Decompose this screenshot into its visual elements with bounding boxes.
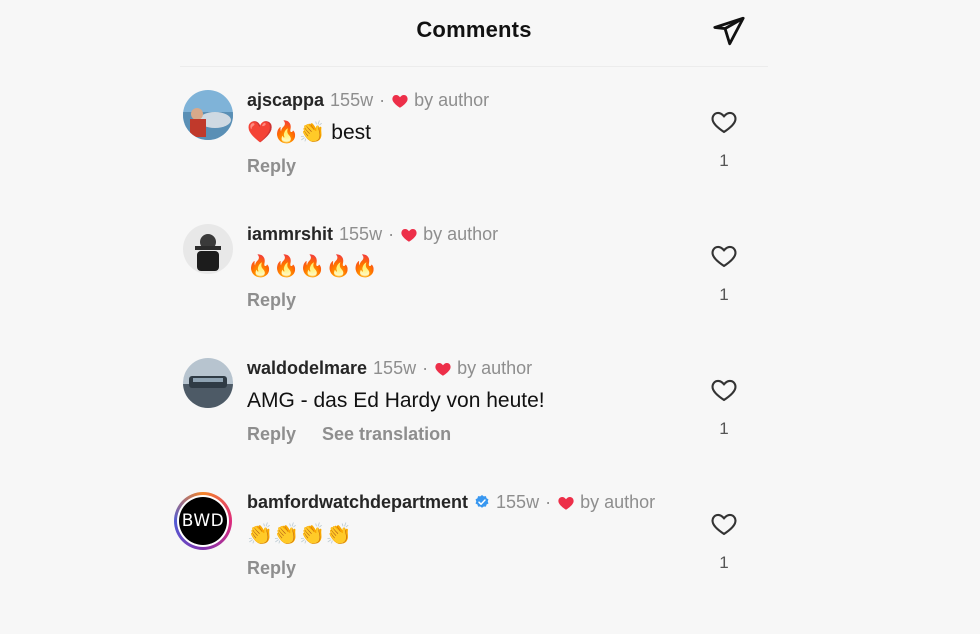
comment-text: 🔥🔥🔥🔥🔥 xyxy=(247,255,378,278)
avatar-image xyxy=(183,90,233,140)
meta-separator: · xyxy=(388,224,395,244)
author-liked-heart-icon xyxy=(558,497,574,510)
see-translation-button[interactable]: See translation xyxy=(322,420,451,448)
like-count: 1 xyxy=(719,553,729,572)
comment-meta: ajscappa 155w · by author xyxy=(247,88,688,112)
comment-like: 1 xyxy=(704,376,744,439)
comment-meta: bamfordwatchdepartment 155w · by author xyxy=(247,490,688,514)
share-button[interactable] xyxy=(712,14,746,48)
comment-text: 👏👏👏👏 xyxy=(247,523,352,546)
heart-outline-icon[interactable] xyxy=(710,376,738,404)
author-liked-heart-icon xyxy=(392,95,408,108)
like-count: 1 xyxy=(719,419,729,438)
comment-item: waldodelmare 155w · by author AMG - das … xyxy=(180,356,768,490)
comment-text: ❤️🔥👏 best xyxy=(247,121,371,144)
comments-page: Comments ajscappa 155w · by author ❤️🔥👏 … xyxy=(0,0,980,634)
heart-outline-icon[interactable] xyxy=(710,242,738,270)
comment-list: ajscappa 155w · by author ❤️🔥👏 best Repl… xyxy=(174,88,768,624)
verified-badge-icon xyxy=(475,495,489,508)
heart-outline-icon[interactable] xyxy=(710,108,738,136)
comment-item: ajscappa 155w · by author ❤️🔥👏 best Repl… xyxy=(180,88,768,222)
comment-time: 155w xyxy=(373,358,417,378)
meta-separator: · xyxy=(545,492,552,512)
like-count: 1 xyxy=(719,151,729,170)
comment-content: iammrshit 155w · by author 🔥🔥🔥🔥🔥 Reply xyxy=(247,222,688,314)
comments-header: Comments xyxy=(180,0,768,67)
liked-by-author-label: by author xyxy=(414,90,490,110)
author-liked-heart-icon xyxy=(435,363,451,376)
liked-by-author-label: by author xyxy=(457,358,533,378)
comment-meta: iammrshit 155w · by author xyxy=(247,222,688,246)
meta-separator: · xyxy=(379,90,386,110)
comment-item: iammrshit 155w · by author 🔥🔥🔥🔥🔥 Reply 1 xyxy=(180,222,768,356)
paper-plane-icon xyxy=(713,16,745,46)
comment-actions: Reply xyxy=(247,554,688,582)
comment-time: 155w xyxy=(330,90,374,110)
avatar-waldodelmare[interactable] xyxy=(183,358,233,408)
comment-actions: Reply See translation xyxy=(247,420,688,448)
comment-content: ajscappa 155w · by author ❤️🔥👏 best Repl… xyxy=(247,88,688,180)
avatar-image xyxy=(183,224,233,274)
reply-button[interactable]: Reply xyxy=(247,152,296,180)
comment-username[interactable]: iammrshit xyxy=(247,222,333,246)
avatar-iammrshit[interactable] xyxy=(183,224,233,274)
comment-like: 1 xyxy=(704,108,744,171)
comment-content: waldodelmare 155w · by author AMG - das … xyxy=(247,356,688,448)
comment-content: bamfordwatchdepartment 155w · by author … xyxy=(247,490,688,582)
comment-time: 155w xyxy=(339,224,383,244)
comment-actions: Reply xyxy=(247,286,688,314)
reply-button[interactable]: Reply xyxy=(247,554,296,582)
comment-text: AMG - das Ed Hardy von heute! xyxy=(247,389,545,412)
liked-by-author-label: by author xyxy=(423,224,499,244)
reply-button[interactable]: Reply xyxy=(247,420,296,448)
page-title: Comments xyxy=(416,17,532,42)
heart-outline-icon[interactable] xyxy=(710,510,738,538)
avatar-ajscappa[interactable] xyxy=(183,90,233,140)
comment-time: 155w xyxy=(496,492,540,512)
avatar-bamfordwatchdepartment[interactable]: BWD xyxy=(174,492,232,550)
meta-separator: · xyxy=(422,358,429,378)
comment-actions: Reply xyxy=(247,152,688,180)
comment-item: BWD bamfordwatchdepartment 155w · by aut… xyxy=(174,490,768,624)
liked-by-author-label: by author xyxy=(580,492,656,512)
comment-username[interactable]: bamfordwatchdepartment xyxy=(247,490,468,514)
brand-logo: BWD xyxy=(179,497,227,545)
like-count: 1 xyxy=(719,285,729,304)
story-ring: BWD xyxy=(177,495,229,547)
comment-username[interactable]: waldodelmare xyxy=(247,356,367,380)
avatar-image xyxy=(183,358,233,408)
author-liked-heart-icon xyxy=(401,229,417,242)
comment-meta: waldodelmare 155w · by author xyxy=(247,356,688,380)
comment-like: 1 xyxy=(704,242,744,305)
comment-like: 1 xyxy=(704,510,744,573)
comment-username[interactable]: ajscappa xyxy=(247,88,324,112)
reply-button[interactable]: Reply xyxy=(247,286,296,314)
